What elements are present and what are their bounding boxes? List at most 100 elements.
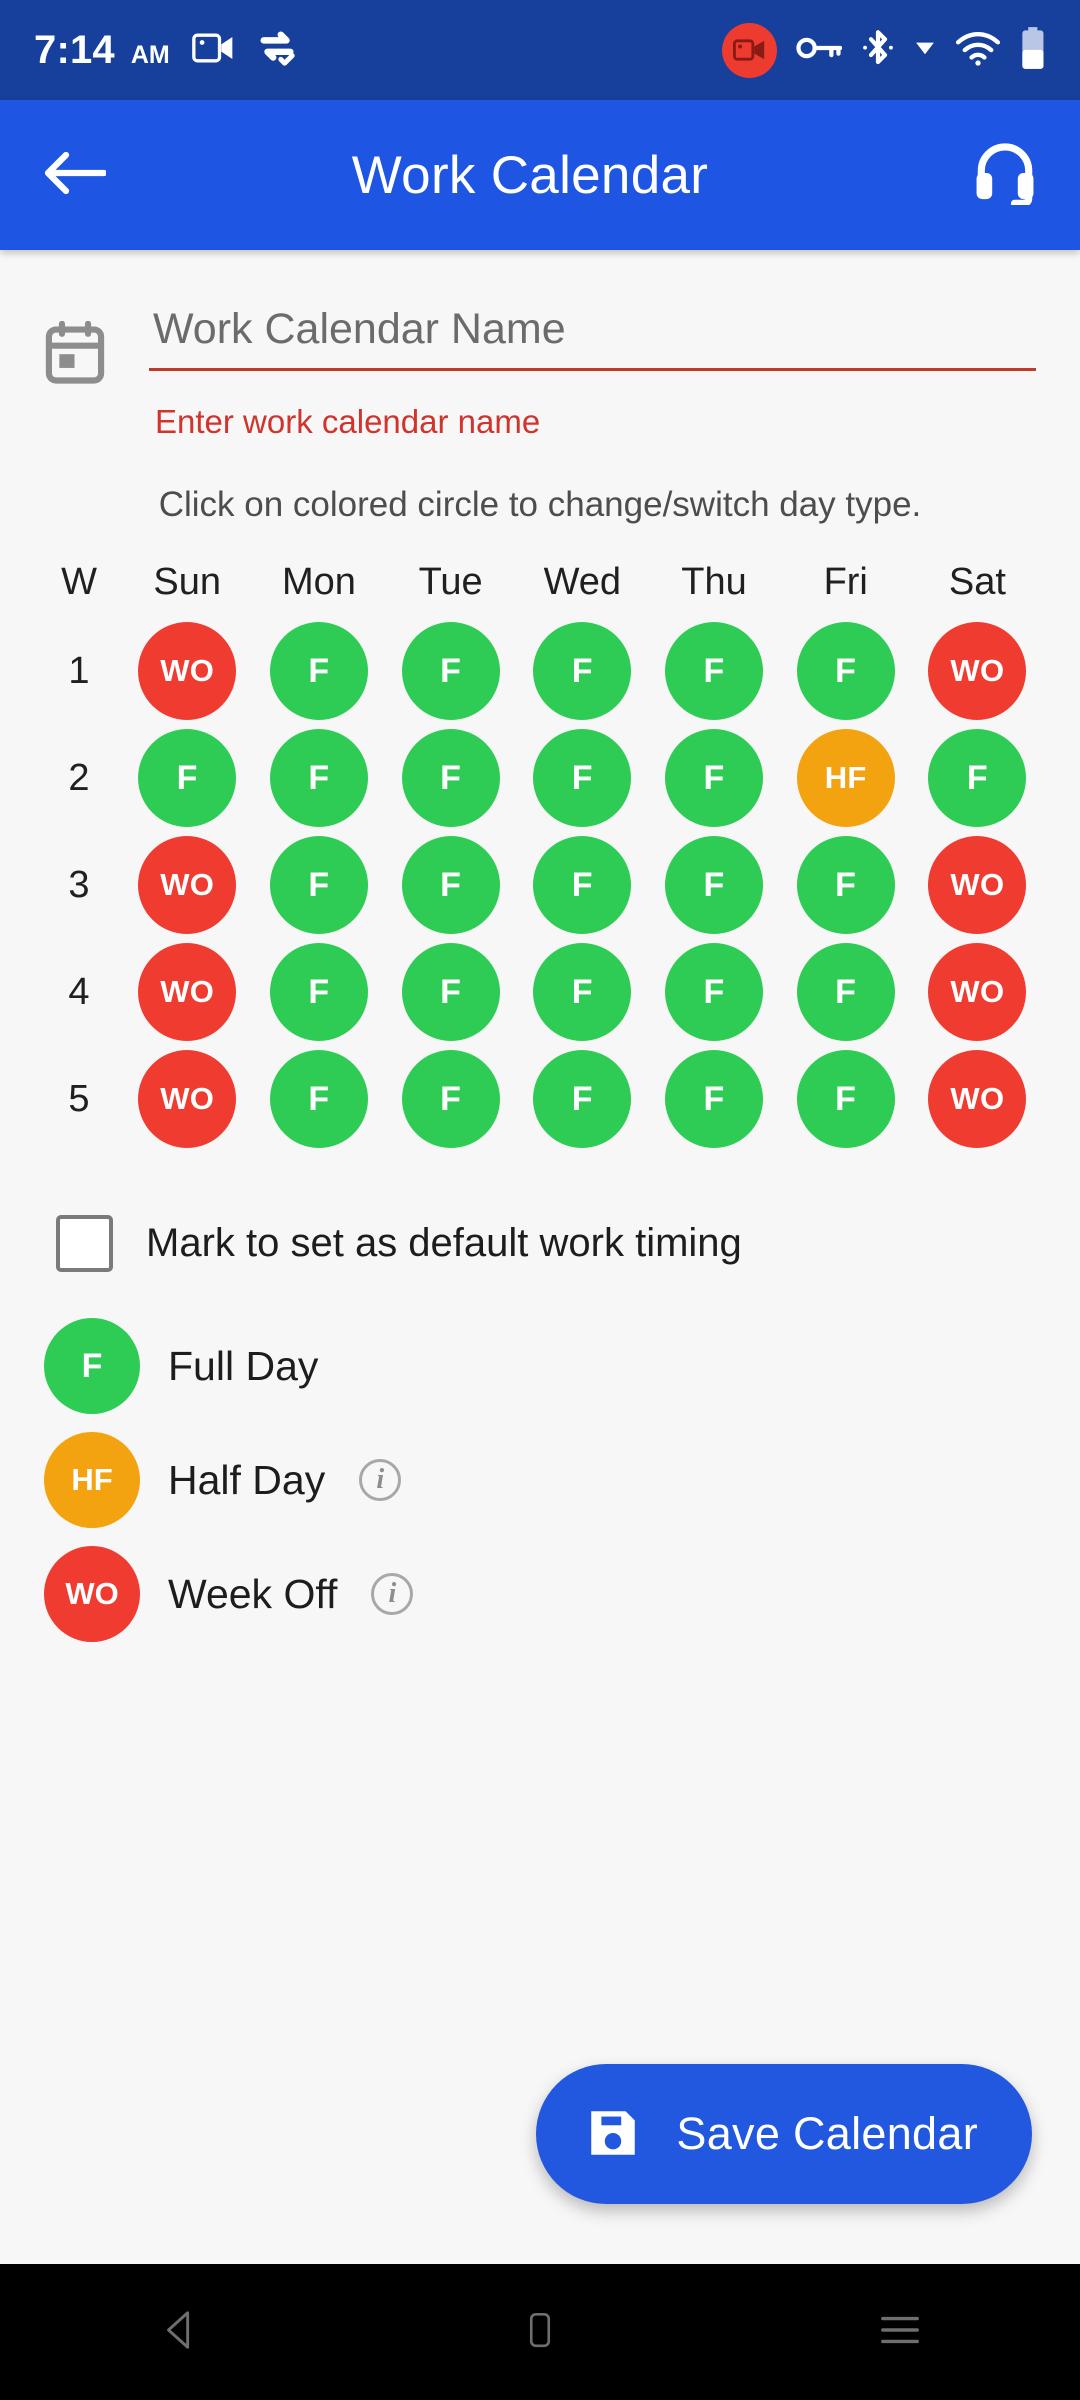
save-calendar-button[interactable]: Save Calendar [536,2064,1032,2204]
calendar-week-number: 1 [40,650,118,693]
day-type-chip-tue-w3[interactable]: F [401,836,500,934]
day-type-chip-sun-w4[interactable]: WO [138,943,237,1041]
page-title: Work Calendar [351,145,709,205]
calendar-week-row: 5 WO F F F F F WO [40,1050,1040,1148]
day-type-chip-tue-w2[interactable]: F [401,729,500,827]
calendar-week-row: 2 F F F F F HF F [40,729,1040,827]
calendar-header-label: Wed [543,561,622,603]
calendar-day-cell: WO [915,836,1040,934]
legend-chip-hf: HF [44,1432,140,1528]
calendar-day-cell: WO [915,943,1040,1041]
week-number-label: 3 [68,863,90,906]
calendar-header-thu: Thu [652,561,777,604]
day-type-chip-mon-w2[interactable]: F [269,729,368,827]
day-type-chip-sat-w2[interactable]: F [928,729,1027,827]
calendar-day-cell: F [915,729,1040,827]
calendar-header-tue: Tue [388,561,513,604]
day-type-chip-tue-w4[interactable]: F [401,943,500,1041]
calendar-day-cell: F [520,943,645,1041]
recording-badge-icon [722,22,777,78]
day-type-chip-mon-w5[interactable]: F [269,1050,368,1148]
calendar-day-cell: F [520,836,645,934]
day-type-chip-fri-w3[interactable]: F [796,836,895,934]
nav-back-button[interactable] [0,2307,360,2358]
calendar-header-label: Thu [681,561,747,603]
calendar-body: 1 WO F F F F F WO 2 F F F F F HF F 3 WO F F F F F WO 4 WO F F F F F WO 5… [40,622,1040,1148]
vpn-key-icon [796,34,843,67]
week-number-label: 1 [68,649,90,692]
calendar-header-label: Fri [823,561,868,603]
calendar-day-cell: F [256,622,381,720]
support-button[interactable] [956,141,1036,210]
day-type-chip-wed-w1[interactable]: F [533,622,632,720]
status-clock: 7:14 AM [34,28,170,73]
save-area: Save Calendar [0,2064,1080,2204]
calendar-day-cell: F [256,729,381,827]
calendar-day-cell: F [652,729,777,827]
default-timing-row: Mark to set as default work timing [0,1157,1080,1272]
day-type-chip-wed-w2[interactable]: F [533,729,632,827]
day-type-chip-mon-w3[interactable]: F [269,836,368,934]
day-type-chip-wed-w3[interactable]: F [533,836,632,934]
day-type-chip-wed-w4[interactable]: F [533,943,632,1041]
day-type-chip-fri-w2[interactable]: HF [796,729,895,827]
calendar-header-row: W Sun Mon Tue Wed Thu Fri Sat [40,561,1040,604]
calendar-day-cell: F [783,1050,908,1148]
day-type-chip-thu-w3[interactable]: F [665,836,764,934]
calendar-header-label: Sun [153,561,222,603]
calendar-header-sat: Sat [915,561,1040,604]
info-icon[interactable]: i [371,1573,414,1615]
day-type-chip-sat-w3[interactable]: WO [928,836,1027,934]
day-type-chip-tue-w1[interactable]: F [401,622,500,720]
calendar-week-row: 1 WO F F F F F WO [40,622,1040,720]
calendar-header-label: Tue [418,561,483,603]
calendar-week-number: 3 [40,864,118,907]
day-type-chip-mon-w1[interactable]: F [269,622,368,720]
bluetooth-icon [861,27,895,74]
day-type-chip-fri-w4[interactable]: F [796,943,895,1041]
nav-recents-button[interactable] [720,2309,1080,2356]
day-type-chip-sat-w1[interactable]: WO [928,622,1027,720]
day-type-chip-sun-w3[interactable]: WO [138,836,237,934]
legend-item-hf: HF Half Day i [44,1432,1036,1528]
day-type-chip-thu-w4[interactable]: F [665,943,764,1041]
calendar-day-cell: F [388,1050,513,1148]
status-bar: 7:14 AM [0,0,1080,100]
day-type-chip-fri-w1[interactable]: F [796,622,895,720]
calendar-day-cell: WO [915,1050,1040,1148]
calendar-header-label: W [61,561,97,603]
day-type-chip-sun-w5[interactable]: WO [138,1050,237,1148]
phone-screen: 7:14 AM Work Calendar Work Calendar Name… [0,0,1080,2400]
day-type-chip-thu-w2[interactable]: F [665,729,764,827]
info-icon[interactable]: i [359,1459,402,1501]
calendar-day-cell: WO [125,1050,250,1148]
calendar-header-fri: Fri [783,561,908,604]
calendar-header-label: Mon [281,561,356,603]
calendar-day-cell: F [388,943,513,1041]
default-timing-checkbox[interactable] [56,1215,113,1272]
legend-label: Week Off [168,1570,338,1617]
day-type-chip-fri-w5[interactable]: F [796,1050,895,1148]
battery-icon [1020,26,1046,75]
save-calendar-label: Save Calendar [676,2108,978,2159]
day-type-chip-mon-w4[interactable]: F [269,943,368,1041]
day-type-chip-thu-w5[interactable]: F [665,1050,764,1148]
calendar-day-cell: F [652,622,777,720]
day-type-chip-sun-w2[interactable]: F [138,729,237,827]
calendar-day-cell: F [652,1050,777,1148]
day-type-chip-sat-w4[interactable]: WO [928,943,1027,1041]
nav-home-button[interactable] [360,2309,720,2356]
android-nav-bar [0,2264,1080,2400]
legend-item-f: F Full Day [44,1318,1036,1414]
day-type-chip-wed-w5[interactable]: F [533,1050,632,1148]
calendar-day-cell: WO [125,943,250,1041]
day-type-chip-sat-w5[interactable]: WO [928,1050,1027,1148]
calendar-name-input[interactable] [149,305,1036,371]
screen-record-icon [191,31,236,70]
calendar-day-cell: F [652,836,777,934]
day-type-chip-sun-w1[interactable]: WO [138,622,237,720]
day-type-chip-tue-w5[interactable]: F [401,1050,500,1148]
back-arrow-icon [44,149,108,202]
day-type-chip-thu-w1[interactable]: F [665,622,764,720]
nav-recents-icon [877,2309,923,2356]
